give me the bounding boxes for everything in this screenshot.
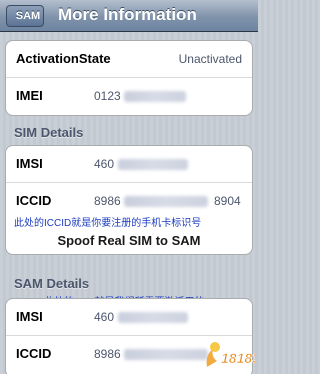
activation-state-label: ActivationState [16, 51, 111, 66]
imei-label: IMEI [16, 88, 43, 103]
navigation-bar: SAM More Information [0, 0, 258, 32]
sim-imsi-value: 460 [94, 157, 115, 171]
sim-iccid-label: ICCID [16, 193, 52, 208]
sam-iccid-label: ICCID [16, 346, 52, 361]
sim-imsi-label: IMSI [16, 156, 43, 171]
spoof-real-sim-button[interactable]: Spoof Real SIM to SAM [5, 226, 253, 256]
page-title: More Information [58, 5, 197, 24]
sam-details-header: SAM Details [14, 276, 90, 291]
sam-iccid-value: 8986 [94, 347, 121, 361]
watermark-logo: 18183 [206, 342, 255, 367]
sam-imsi-row: IMSI 460 [6, 299, 252, 336]
sim-details-header: SIM Details [14, 125, 84, 140]
imei-redacted [124, 91, 186, 102]
sim-iccid-tail: 8904 [214, 194, 241, 208]
device-info-group: ActivationState Unactivated IMEI 0123 [5, 40, 253, 116]
back-button[interactable]: SAM [6, 5, 44, 27]
activation-state-row: ActivationState Unactivated [6, 41, 252, 78]
sim-imsi-redacted [118, 159, 188, 170]
sim-iccid-value: 8986 [94, 194, 121, 208]
sim-iccid-redacted [124, 196, 208, 207]
sim-imsi-row: IMSI 460 [6, 146, 252, 183]
activation-state-value: Unactivated [178, 52, 242, 66]
svg-text:18183: 18183 [221, 350, 255, 366]
sam-iccid-redacted [124, 349, 208, 360]
sam-imsi-value: 460 [94, 310, 115, 324]
imei-row: IMEI 0123 [6, 78, 252, 115]
sam-imsi-redacted [118, 312, 188, 323]
sam-imsi-label: IMSI [16, 309, 43, 324]
imei-value: 0123 [94, 89, 121, 103]
